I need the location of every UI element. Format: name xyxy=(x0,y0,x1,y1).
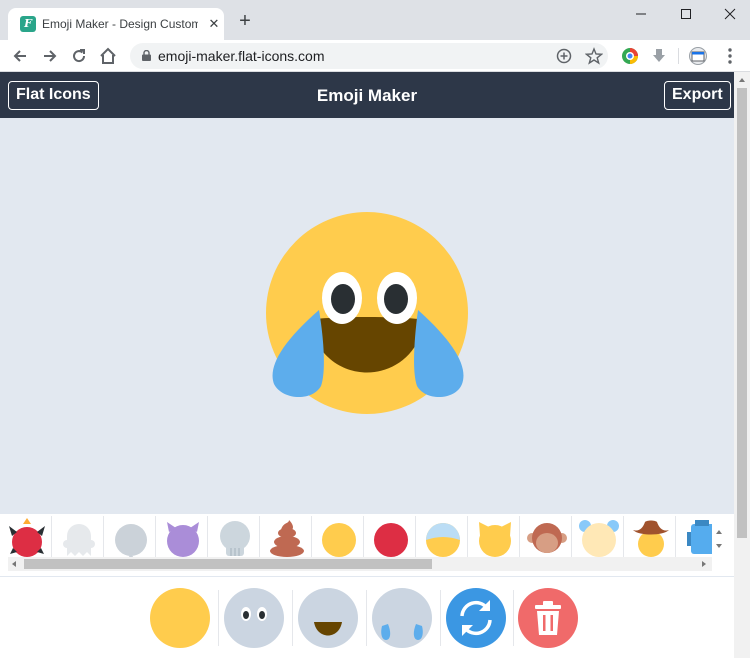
home-icon[interactable] xyxy=(98,46,118,66)
red-face-icon xyxy=(374,523,408,557)
lock-icon xyxy=(142,50,151,61)
separator xyxy=(292,590,293,646)
add-to-page-icon[interactable] xyxy=(555,47,573,65)
palette-item-robot[interactable] xyxy=(676,516,712,560)
app-header: Flat Icons Emoji Maker Export xyxy=(0,72,734,118)
browser-tabstrip: F Emoji Maker - Design Custom E ✕ + xyxy=(0,0,750,40)
palette-scroll-thumb[interactable] xyxy=(24,559,432,569)
parts-strip xyxy=(0,514,712,560)
cowboy-hat-face-icon xyxy=(633,520,669,557)
tab-close-icon[interactable]: ✕ xyxy=(206,16,222,32)
download-icon[interactable] xyxy=(649,46,669,66)
separator xyxy=(513,590,514,646)
devil-red-face-icon xyxy=(9,518,45,557)
palette-item-cat[interactable] xyxy=(468,516,520,560)
mouth-button[interactable] xyxy=(298,588,358,648)
new-tab-icon[interactable]: + xyxy=(236,11,254,31)
separator xyxy=(366,590,367,646)
scroll-left-icon[interactable] xyxy=(10,560,18,568)
palette-vertical-scrollbar[interactable] xyxy=(712,514,726,560)
extension-color-icon[interactable] xyxy=(620,46,640,66)
palette-horizontal-scrollbar[interactable] xyxy=(8,557,712,571)
yellow-face-icon xyxy=(322,523,356,557)
poop-icon xyxy=(270,520,304,557)
maximize-icon[interactable] xyxy=(676,4,696,24)
blank-grey-face-icon xyxy=(115,524,147,558)
randomize-button[interactable] xyxy=(446,588,506,648)
palette-item-bear[interactable] xyxy=(572,516,624,560)
scroll-down-icon xyxy=(716,544,722,548)
browser-tab[interactable]: F Emoji Maker - Design Custom E ✕ xyxy=(8,8,224,40)
right-pupil xyxy=(384,284,408,314)
action-bar xyxy=(0,578,734,658)
blue-robot-icon xyxy=(687,520,712,554)
eyes-icon xyxy=(241,607,267,621)
cat-face-icon xyxy=(479,522,511,557)
export-button[interactable]: Export xyxy=(664,81,731,110)
minimize-icon[interactable] xyxy=(631,4,651,24)
back-icon[interactable] xyxy=(10,46,30,66)
separator xyxy=(440,590,441,646)
palette-item-yellow-face[interactable] xyxy=(312,516,364,560)
palette-item-blank[interactable] xyxy=(104,516,156,560)
forward-icon[interactable] xyxy=(40,46,60,66)
base-color-button[interactable] xyxy=(150,588,210,648)
skull-icon xyxy=(220,521,250,556)
refresh-icon xyxy=(460,600,492,636)
ghost-icon xyxy=(63,524,95,556)
emoji-canvas xyxy=(0,118,734,513)
site-favicon-icon: F xyxy=(20,16,36,32)
tab-title: Emoji Maker - Design Custom E xyxy=(42,17,198,31)
palette-item-half-blue[interactable] xyxy=(416,516,468,560)
palette-item-purple-devil[interactable] xyxy=(156,516,208,560)
palette-item-ghost[interactable] xyxy=(52,516,104,560)
palette-item-poop[interactable] xyxy=(260,516,312,560)
app-title: Emoji Maker xyxy=(316,86,418,105)
address-bar[interactable]: emoji-maker.flat-icons.com xyxy=(130,43,608,69)
eyes-button[interactable] xyxy=(224,588,284,648)
close-window-icon[interactable] xyxy=(720,4,740,24)
extension-calendar-icon[interactable] xyxy=(688,46,708,66)
palette-item-red-face[interactable] xyxy=(364,516,416,560)
tears-icon xyxy=(381,624,423,640)
monkey-face-icon xyxy=(527,523,567,553)
page-scroll-thumb[interactable] xyxy=(737,88,747,538)
reload-icon[interactable] xyxy=(69,46,89,66)
page-scrollbar[interactable] xyxy=(734,72,750,658)
scroll-right-icon[interactable] xyxy=(700,560,708,568)
mouth-icon xyxy=(314,622,342,636)
palette-item-skull[interactable] xyxy=(208,516,260,560)
browser-toolbar: emoji-maker.flat-icons.com xyxy=(0,40,750,72)
bookmark-star-icon[interactable] xyxy=(585,47,603,65)
menu-kebab-icon[interactable] xyxy=(720,46,740,66)
left-pupil xyxy=(331,284,355,314)
url-text: emoji-maker.flat-icons.com xyxy=(158,48,325,64)
emoji-preview xyxy=(266,212,468,414)
palette-item-cowboy[interactable] xyxy=(624,516,676,560)
extras-button[interactable] xyxy=(372,588,432,648)
trash-icon xyxy=(535,601,561,635)
palette-item-monkey[interactable] xyxy=(520,516,572,560)
bear-face-icon xyxy=(579,520,619,557)
toolbar-separator xyxy=(678,48,679,64)
page-scroll-up-icon[interactable] xyxy=(738,76,746,84)
scroll-up-icon xyxy=(716,530,722,534)
palette-item-devil[interactable] xyxy=(0,516,52,560)
half-blue-face-icon xyxy=(426,523,460,557)
separator xyxy=(218,590,219,646)
purple-devil-icon xyxy=(167,522,199,557)
parts-palette xyxy=(0,513,734,577)
delete-button[interactable] xyxy=(518,588,578,648)
